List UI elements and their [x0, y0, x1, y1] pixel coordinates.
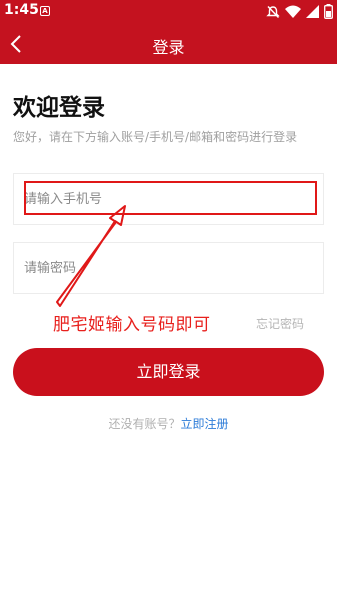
no-account-text: 还没有账号？	[108, 417, 181, 431]
password-field-container	[13, 242, 324, 294]
wifi-icon	[285, 5, 301, 18]
password-input[interactable]	[24, 243, 314, 293]
phone-input[interactable]	[24, 174, 314, 224]
status-time: 1:45	[4, 2, 39, 18]
phone-field-container	[13, 173, 324, 225]
login-button[interactable]: 立即登录	[13, 348, 324, 396]
mute-icon	[266, 5, 280, 19]
welcome-heading: 欢迎登录	[13, 95, 105, 121]
login-hint: 您好，请在下方输入账号/手机号/邮箱和密码进行登录	[13, 130, 298, 144]
signal-icon	[306, 5, 319, 18]
forgot-password-link[interactable]: 忘记密码	[256, 315, 304, 332]
battery-icon	[324, 4, 333, 19]
annotation-text: 肥宅姬输入号码即可	[53, 315, 211, 335]
app-notification-icon: A	[40, 6, 50, 16]
status-icons	[266, 4, 333, 19]
app-bar: 登录	[0, 24, 337, 64]
register-link[interactable]: 立即注册	[181, 417, 229, 431]
page-title: 登录	[152, 38, 185, 57]
register-row: 还没有账号？立即注册	[0, 415, 337, 432]
status-bar: 1:45 A	[0, 0, 337, 24]
login-screen: 1:45 A 登录 欢迎登录 您好，请在下方输入账号/手机号/邮箱和密码进行登录…	[0, 0, 337, 614]
